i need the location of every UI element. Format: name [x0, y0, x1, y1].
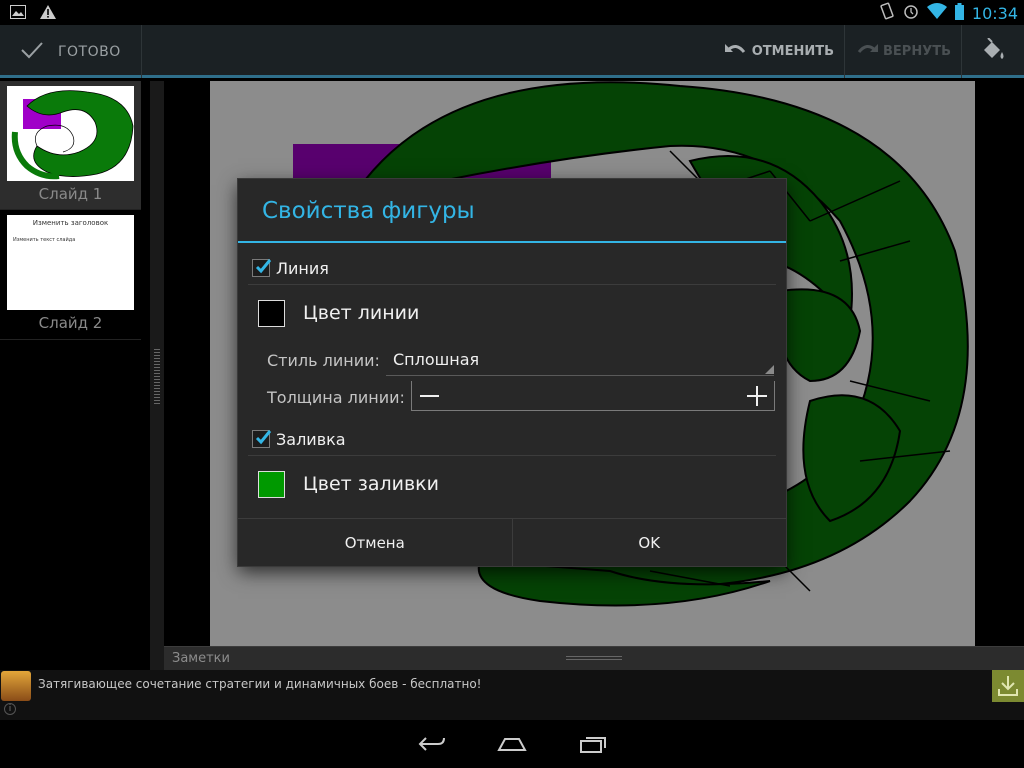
dropdown-arrow-icon	[765, 365, 774, 374]
ad-text[interactable]: Затягивающее сочетание стратегии и динам…	[38, 677, 482, 691]
navigation-bar	[0, 720, 1024, 768]
cancel-button[interactable]: Отмена	[238, 519, 512, 566]
done-button[interactable]: ГОТОВО	[0, 25, 142, 78]
download-icon	[992, 676, 1024, 706]
dialog-title-bar: Свойства фигуры	[238, 179, 786, 243]
notes-bar[interactable]: Заметки	[164, 646, 1024, 670]
undo-button[interactable]: ОТМЕНИТЬ	[714, 25, 845, 78]
line-style-dropdown[interactable]: Сплошная	[386, 342, 774, 376]
line-checkbox-row[interactable]: Линия	[252, 253, 329, 283]
dialog-title: Свойства фигуры	[262, 198, 475, 224]
fill-checkbox[interactable]	[252, 430, 272, 448]
game-ad-icon[interactable]	[1, 671, 31, 701]
back-icon[interactable]	[418, 734, 446, 758]
recent-apps-icon[interactable]	[579, 734, 607, 758]
clock: 10:34	[971, 3, 1018, 23]
fill-color-label: Цвет заливки	[303, 473, 440, 495]
undo-label: ОТМЕНИТЬ	[751, 44, 834, 59]
slide-thumbnail-2[interactable]: Изменить заголовок Изменить текст слайда…	[0, 210, 141, 340]
dialog-button-bar: Отмена OK	[238, 518, 786, 566]
home-icon[interactable]	[497, 734, 527, 758]
fill-color-row[interactable]: Цвет заливки	[258, 464, 439, 504]
redo-label: ВЕРНУТЬ	[883, 44, 951, 59]
line-style-label: Стиль линии:	[267, 351, 380, 370]
line-width-label: Толщина линии:	[267, 388, 405, 407]
paint-bucket-icon	[980, 36, 1006, 66]
minus-icon[interactable]	[420, 395, 439, 397]
slide-2-thumb-text: Изменить текст слайда	[13, 237, 76, 243]
plus-icon[interactable]	[747, 386, 767, 406]
line-width-stepper	[411, 381, 775, 411]
slide-1-caption: Слайд 1	[38, 185, 103, 203]
ad-banner[interactable]: i Затягивающее сочетание стратегии и дин…	[0, 670, 1024, 720]
action-bar: ГОТОВО ОТМЕНИТЬ ВЕРНУТЬ	[0, 25, 1024, 78]
done-label: ГОТОВО	[58, 43, 121, 60]
alarm-icon	[903, 3, 919, 23]
line-checkbox-label: Линия	[276, 258, 329, 278]
fill-color-swatch[interactable]	[258, 470, 285, 498]
slide-2-thumb-title: Изменить заголовок	[32, 219, 109, 227]
undo-icon	[724, 40, 748, 64]
slide-thumbnail-panel: Слайд 1 Изменить заголовок Изменить текс…	[0, 81, 141, 670]
fill-checkbox-label: Заливка	[276, 429, 346, 449]
ok-button[interactable]: OK	[511, 519, 787, 566]
divider	[248, 284, 776, 285]
status-bar: 10:34	[0, 0, 1024, 25]
line-checkbox[interactable]	[252, 259, 272, 277]
divider	[248, 455, 776, 456]
checkmark-icon	[20, 40, 44, 64]
slide-1-preview	[7, 86, 134, 181]
slide-thumbnail-1[interactable]: Слайд 1	[0, 81, 141, 210]
slide-2-caption: Слайд 2	[38, 314, 103, 332]
fill-bucket-button[interactable]	[962, 25, 1024, 78]
line-color-label: Цвет линии	[303, 302, 420, 324]
panel-splitter[interactable]	[150, 81, 164, 670]
notes-grip[interactable]	[566, 656, 622, 662]
slide-2-preview: Изменить заголовок Изменить текст слайда	[7, 215, 134, 310]
splitter-grip	[154, 349, 160, 405]
ad-info-icon[interactable]: i	[4, 703, 16, 715]
warning-icon	[40, 4, 56, 23]
wifi-icon	[926, 3, 947, 23]
notes-label: Заметки	[172, 651, 230, 666]
redo-button[interactable]: ВЕРНУТЬ	[845, 25, 962, 78]
rotation-icon	[879, 2, 895, 24]
fill-checkbox-row[interactable]: Заливка	[252, 424, 346, 454]
line-style-value: Сплошная	[393, 350, 480, 369]
shape-properties-dialog: Свойства фигуры Линия Цвет линии Стиль л…	[238, 179, 786, 566]
redo-icon	[855, 40, 879, 64]
line-color-row[interactable]: Цвет линии	[258, 293, 419, 333]
download-button[interactable]	[992, 670, 1024, 702]
image-notification-icon	[10, 4, 26, 23]
line-color-swatch[interactable]	[258, 299, 285, 327]
battery-icon	[954, 2, 964, 24]
